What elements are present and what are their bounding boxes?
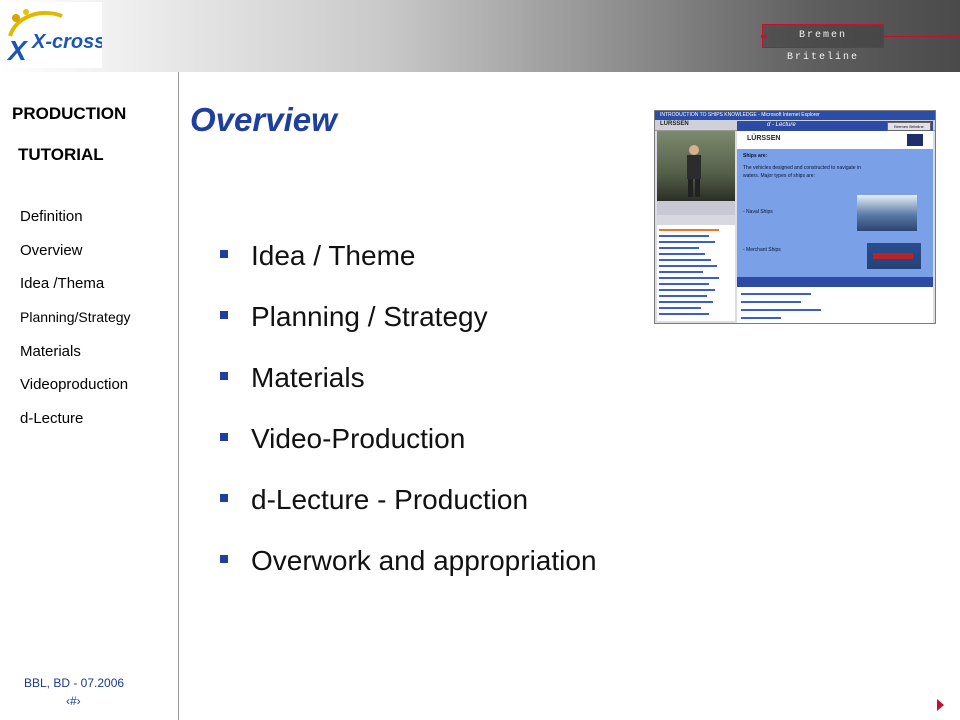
sidebar-item-overview[interactable]: Overview: [20, 242, 83, 259]
brand-label: Bremen Briteline: [786, 30, 859, 63]
lecture-close-button: Bremen Briteline: [887, 122, 931, 131]
sidebar-item-definition[interactable]: Definition: [20, 208, 83, 225]
x-cross-logo: X X-cross: [2, 2, 102, 68]
footer-text: BBL, BD - 07.2006: [24, 676, 125, 690]
lecture-index: [657, 215, 735, 321]
sidebar-item-d-lecture[interactable]: d-Lecture: [20, 410, 83, 427]
browser-titlebar: INTRODUCTION TO SHIPS KNOWLEDGE - Micros…: [655, 111, 935, 120]
square-bullet-icon: [220, 250, 228, 258]
sidebar-item-idea-thema[interactable]: Idea /Thema: [20, 275, 104, 292]
sidebar-item-planning-strategy[interactable]: Planning/Strategy: [20, 309, 131, 325]
lecture-title: d - Lecture: [767, 122, 796, 128]
bullet-text: Planning / Strategy: [251, 301, 488, 332]
square-bullet-icon: [220, 433, 228, 441]
luerssen-logo-left: LÜRSSEN: [660, 121, 689, 127]
page-title: Overview: [190, 101, 337, 138]
lecture-slide: LÜRSSEN Ships are: The vehicles designed…: [737, 131, 933, 277]
sidebar-item-videoproduction[interactable]: Videoproduction: [20, 376, 128, 393]
sidebar-item-materials[interactable]: Materials: [20, 343, 81, 360]
slide-item-naval: - Naval Ships: [743, 209, 773, 215]
sidebar-title-line1: PRODUCTION: [12, 104, 127, 123]
presenter-figure: [687, 145, 701, 197]
square-bullet-icon: [220, 494, 228, 502]
sidebar-title-line2: TUTORIAL: [18, 145, 104, 164]
header-bar: X X-cross Bremen Briteline: [0, 0, 960, 72]
logo-wordmark: X-cross: [31, 31, 102, 53]
d-lecture-screenshot: INTRODUCTION TO SHIPS KNOWLEDGE - Micros…: [654, 110, 936, 324]
lecture-chapter-list: [737, 287, 933, 323]
browser-title: INTRODUCTION TO SHIPS KNOWLEDGE - Micros…: [660, 112, 820, 118]
lecture-subbar: [737, 277, 933, 287]
bullet-text: Idea / Theme: [251, 240, 416, 271]
bullet-text: Overwork and appropriation: [251, 545, 597, 576]
bullet-text: Video-Production: [251, 423, 466, 454]
naval-ship-image: [857, 195, 917, 231]
square-bullet-icon: [220, 372, 228, 380]
svg-text:X: X: [6, 35, 29, 66]
slide-text-line2: waters. Major types of ships are:: [743, 173, 815, 179]
slide-heading: Ships are:: [743, 153, 768, 159]
lecture-video: [657, 131, 735, 201]
bullet-text: Materials: [251, 362, 365, 393]
next-slide-arrow-icon[interactable]: [937, 699, 944, 711]
video-controls: [657, 201, 735, 215]
logo-graphic: X X-cross: [6, 9, 102, 66]
merchant-ship-image: [867, 243, 921, 269]
square-bullet-icon: [220, 311, 228, 319]
brand-badge: Bremen Briteline: [761, 24, 960, 63]
square-bullet-icon: [220, 555, 228, 563]
slide-item-merchant: - Merchant Ships: [743, 247, 781, 253]
slide-text-line1: The vehicles designed and constructed to…: [743, 165, 861, 171]
flag-icon: [907, 134, 923, 146]
slide-logo: LÜRSSEN: [747, 135, 781, 142]
sidebar-divider: [178, 72, 179, 720]
page-number: ‹#›: [66, 694, 81, 708]
bullet-text: d-Lecture - Production: [251, 484, 529, 515]
